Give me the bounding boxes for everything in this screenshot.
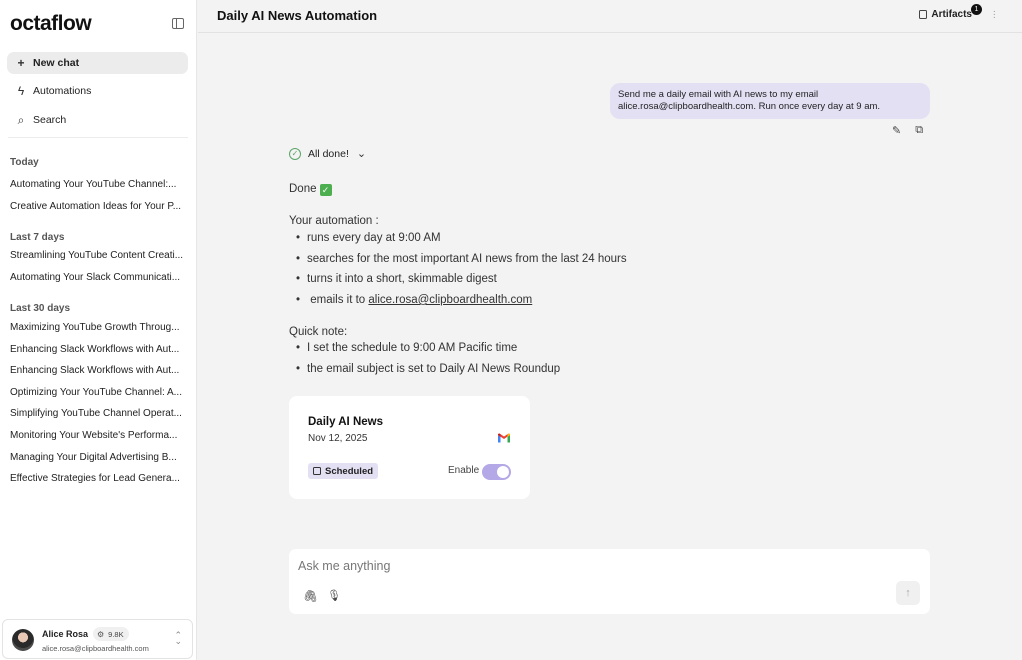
enable-toggle[interactable] — [482, 464, 511, 480]
list-item: turns it into a short, skimmable digest — [296, 273, 497, 285]
done-line: Done ✓ — [289, 183, 332, 196]
history-item[interactable]: Enhancing Slack Workflows with Aut... — [10, 365, 188, 376]
user-message-line: Send me a daily email with AI news to my… — [618, 89, 819, 100]
new-chat-button[interactable]: + New chat — [7, 52, 188, 74]
chevron-updown-icon[interactable]: ⌃ ⌄ — [174, 631, 182, 646]
sidebar: octaflow + New chat ϟ Automations ⌕ Sear… — [0, 0, 197, 660]
automations-label: Automations — [33, 85, 92, 97]
chevron-down-icon: ⌄ — [356, 148, 367, 160]
search-icon: ⌕ — [17, 113, 25, 127]
user-message-line: alice.rosa@clipboardhealth.com. Run once… — [618, 101, 881, 112]
card-title: Daily AI News — [308, 416, 383, 428]
composer: 🖇 🎙 ↑ — [289, 549, 930, 614]
list-item: the email subject is set to Daily AI New… — [296, 363, 560, 375]
credits-icon: ⚙ — [97, 629, 105, 639]
artifacts-label: Artifacts — [931, 9, 972, 20]
top-bar: Daily AI News Automation Artifacts 1 · · · — [198, 0, 1022, 33]
automation-heading: Your automation : — [289, 215, 379, 227]
history-item[interactable]: Creative Automation Ideas for Your P... — [10, 201, 188, 212]
list-item: emails it to alice.rosa@clipboardhealth.… — [296, 294, 532, 306]
history-item[interactable]: Monitoring Your Website's Performa... — [10, 430, 188, 441]
history-item[interactable]: Optimizing Your YouTube Channel: A... — [10, 387, 188, 398]
history-item[interactable]: Automating Your YouTube Channel:... — [10, 179, 188, 190]
page-title: Daily AI News Automation — [217, 8, 378, 23]
toggle-knob — [497, 466, 509, 478]
history-item[interactable]: Managing Your Digital Advertising B... — [10, 452, 188, 463]
user-account-card[interactable]: Alice Rosa ⚙ 9.8K alice.rosa@clipboardhe… — [2, 619, 193, 659]
pencil-icon[interactable]: ✎ — [892, 124, 901, 137]
avatar — [12, 629, 34, 651]
status-label: All done! — [308, 147, 349, 160]
credits-value: 9.8K — [108, 629, 124, 639]
sidebar-item-automations[interactable]: ϟ Automations — [7, 80, 188, 102]
message-actions: ✎ ⧉ — [892, 124, 923, 137]
lightning-icon: ϟ — [17, 84, 25, 98]
history-item[interactable]: Effective Strategies for Lead Genera... — [10, 473, 188, 484]
automation-card[interactable]: Daily AI News Nov 12, 2025 Scheduled Ena… — [289, 396, 530, 499]
list-item: runs every day at 9:00 AM — [296, 232, 441, 244]
calendar-icon — [313, 467, 321, 475]
section-today: Today — [10, 157, 39, 168]
check-circle-icon: ✓ — [289, 147, 301, 160]
status-toggle[interactable]: ✓ All done! ⌄ — [289, 147, 366, 160]
gmail-icon — [498, 433, 510, 443]
history-item[interactable]: Maximizing YouTube Growth Throug... — [10, 322, 188, 333]
list-item: searches for the most important AI news … — [296, 253, 627, 265]
note-heading: Quick note: — [289, 326, 348, 338]
history-item[interactable]: Streamlining YouTube Content Creati... — [10, 250, 188, 261]
artifacts-button[interactable]: Artifacts — [919, 9, 972, 20]
paperclip-icon[interactable]: 🖇 — [303, 589, 318, 603]
send-button[interactable]: ↑ — [896, 581, 920, 605]
logo[interactable]: octaflow — [10, 12, 92, 36]
email-link[interactable]: alice.rosa@clipboardhealth.com — [368, 294, 532, 306]
arrow-up-icon: ↑ — [905, 587, 911, 599]
history-item[interactable]: Automating Your Slack Communicati... — [10, 272, 188, 283]
new-chat-label: New chat — [33, 57, 80, 69]
card-date: Nov 12, 2025 — [308, 433, 368, 444]
kebab-icon[interactable]: · · · — [993, 7, 996, 23]
microphone-icon[interactable]: 🎙 — [327, 589, 341, 602]
user-message: Send me a daily email with AI news to my… — [610, 83, 930, 119]
chat-input[interactable] — [298, 557, 898, 575]
enable-label: Enable — [448, 465, 480, 476]
user-email: alice.rosa@clipboardhealth.com — [42, 644, 149, 653]
search-label: Search — [33, 114, 67, 126]
copy-icon[interactable]: ⧉ — [915, 124, 923, 137]
credits-badge: ⚙ 9.8K — [93, 627, 129, 641]
section-last-30-days: Last 30 days — [10, 303, 71, 314]
list-item: I set the schedule to 9:00 AM Pacific ti… — [296, 342, 517, 354]
divider — [8, 137, 188, 138]
status-badge-label: Scheduled — [325, 465, 374, 477]
user-name: Alice Rosa — [42, 629, 89, 639]
history-item[interactable]: Enhancing Slack Workflows with Aut... — [10, 344, 188, 355]
section-last-7-days: Last 7 days — [10, 232, 65, 243]
done-text: Done — [289, 183, 317, 195]
check-mark-icon: ✓ — [319, 184, 332, 196]
copy-icon — [919, 10, 928, 19]
plus-icon: + — [17, 56, 25, 70]
email-bullet-prefix: emails it to — [310, 294, 369, 306]
status-badge: Scheduled — [308, 463, 379, 479]
sidebar-collapse-icon[interactable] — [172, 18, 184, 29]
history-item[interactable]: Simplifying YouTube Channel Operat... — [10, 408, 188, 419]
sidebar-item-search[interactable]: ⌕ Search — [7, 109, 188, 131]
artifacts-count-badge: 1 — [971, 4, 982, 15]
